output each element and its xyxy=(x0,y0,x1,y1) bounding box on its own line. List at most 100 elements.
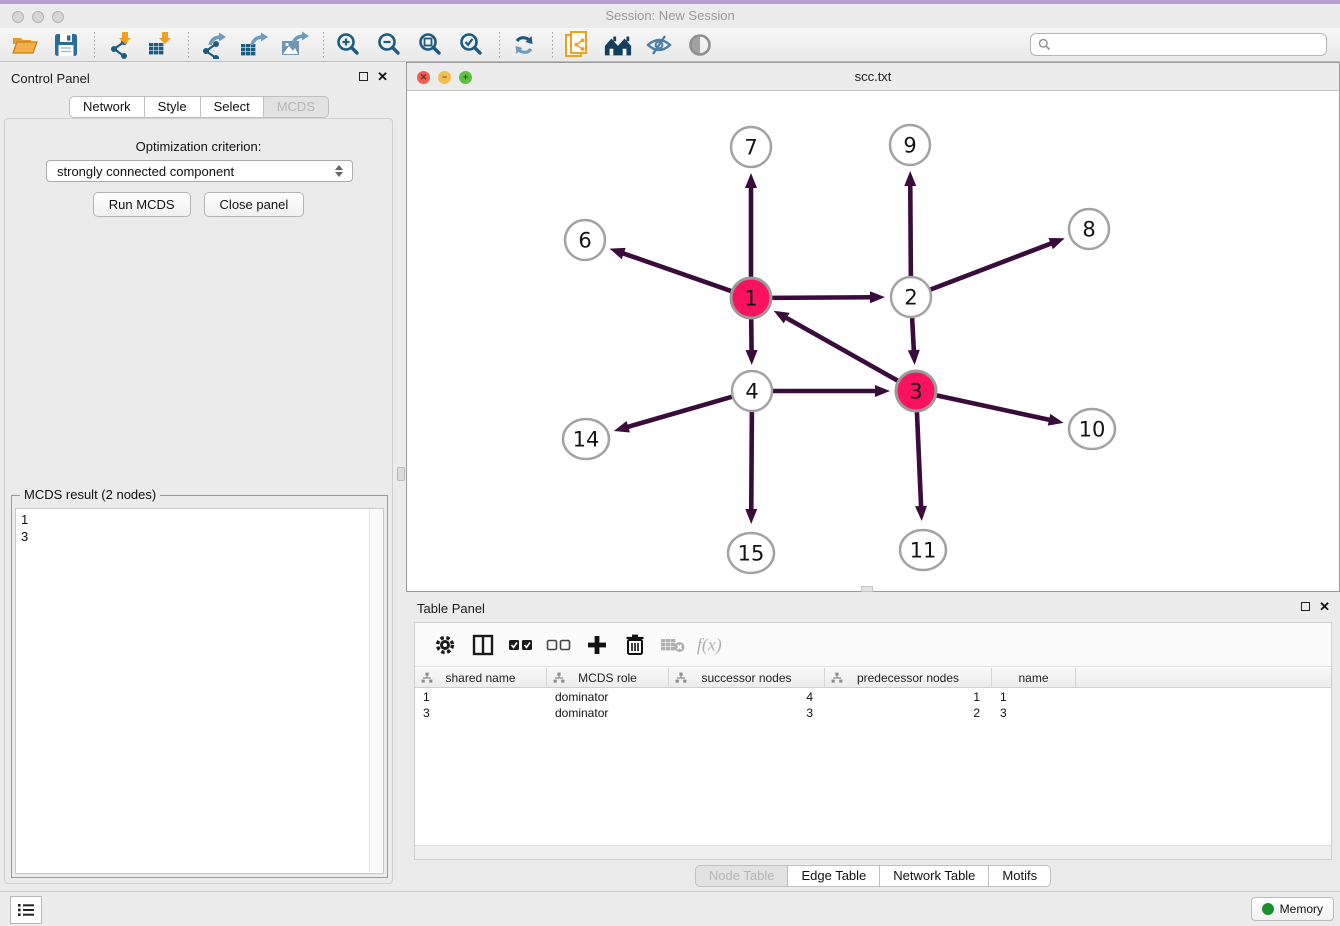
tab-edge-table[interactable]: Edge Table xyxy=(787,865,880,887)
criterion-select[interactable]: strongly connected component xyxy=(46,160,353,182)
show-all-networks-icon[interactable] xyxy=(603,30,633,60)
cell-MCDS-role[interactable]: dominator xyxy=(547,705,669,721)
export-network-icon[interactable] xyxy=(198,30,228,60)
zoom-fit-icon[interactable] xyxy=(415,30,445,60)
node-7[interactable]: 7 xyxy=(731,127,771,167)
table-row[interactable]: 1dominator411 xyxy=(415,689,1331,705)
refresh-icon[interactable] xyxy=(509,30,539,60)
tab-network-table[interactable]: Network Table xyxy=(879,865,989,887)
node-3[interactable]: 3 xyxy=(896,371,936,411)
search-input[interactable] xyxy=(1051,36,1326,54)
panel-splitter-grip[interactable] xyxy=(397,467,405,481)
task-history-button[interactable] xyxy=(10,896,42,924)
node-15[interactable]: 15 xyxy=(728,533,774,573)
svg-text:8: 8 xyxy=(1082,218,1095,242)
mcds-panel: Optimization criterion: strongly connect… xyxy=(4,118,393,884)
edge-2-3[interactable] xyxy=(912,318,914,353)
edge-arrow-icon xyxy=(915,506,927,521)
edge-1-6[interactable] xyxy=(621,253,731,292)
edge-3-11[interactable] xyxy=(917,412,921,509)
column-header-MCDS-role[interactable]: MCDS role xyxy=(547,668,669,687)
zoom-in-icon[interactable] xyxy=(333,30,363,60)
add-column-icon[interactable] xyxy=(581,629,613,661)
zoom-selected-icon[interactable] xyxy=(456,30,486,60)
edge-1-2[interactable] xyxy=(772,297,873,298)
cell-shared-name[interactable]: 1 xyxy=(415,689,547,705)
close-panel-button[interactable]: Close panel xyxy=(204,192,305,217)
save-session-icon[interactable] xyxy=(51,30,81,60)
close-panel-icon[interactable]: ✕ xyxy=(377,71,388,82)
close-table-panel-icon[interactable]: ✕ xyxy=(1319,601,1330,612)
memory-status-icon xyxy=(1262,903,1274,915)
node-1[interactable]: 1 xyxy=(731,278,771,318)
open-session-icon[interactable] xyxy=(10,30,40,60)
split-columns-icon[interactable] xyxy=(467,629,499,661)
gear-icon[interactable] xyxy=(429,629,461,661)
network-overview-icon[interactable] xyxy=(562,30,592,60)
table-row[interactable]: 3dominator323 xyxy=(415,705,1331,721)
search-icon xyxy=(1038,38,1051,51)
column-header-name[interactable]: name xyxy=(992,668,1076,687)
tab-node-table[interactable]: Node Table xyxy=(695,865,789,887)
cell-name[interactable]: 1 xyxy=(992,689,1076,705)
export-table-icon[interactable] xyxy=(239,30,269,60)
cell-shared-name[interactable]: 3 xyxy=(415,705,547,721)
show-graphics-details-icon[interactable] xyxy=(685,30,715,60)
cell-predecessor-nodes[interactable]: 1 xyxy=(825,689,992,705)
delete-table-icon[interactable] xyxy=(657,629,689,661)
node-9[interactable]: 9 xyxy=(890,125,930,165)
search-box[interactable] xyxy=(1030,33,1327,56)
select-all-icon[interactable] xyxy=(505,629,537,661)
edge-4-15[interactable] xyxy=(751,412,752,512)
control-panel-header: Control Panel ✕ xyxy=(0,62,398,94)
node-10[interactable]: 10 xyxy=(1069,409,1115,449)
export-image-icon[interactable] xyxy=(280,30,310,60)
edge-arrow-icon xyxy=(745,509,757,524)
cell-predecessor-nodes[interactable]: 2 xyxy=(825,705,992,721)
tab-mcds[interactable]: MCDS xyxy=(263,96,329,118)
mcds-result-text: 1 3 xyxy=(16,509,383,547)
cell-successor-nodes[interactable]: 4 xyxy=(669,689,825,705)
node-2[interactable]: 2 xyxy=(891,277,931,317)
column-header-shared-name[interactable]: shared name xyxy=(415,668,547,687)
zoom-out-icon[interactable] xyxy=(374,30,404,60)
cell-name[interactable]: 3 xyxy=(992,705,1076,721)
float-panel-icon[interactable] xyxy=(359,72,368,81)
memory-button[interactable]: Memory xyxy=(1251,897,1334,921)
svg-text:15: 15 xyxy=(738,542,765,566)
function-icon[interactable]: f(x) xyxy=(695,629,727,661)
node-4[interactable]: 4 xyxy=(732,371,772,411)
control-panel-tabs: NetworkStyleSelectMCDS xyxy=(0,96,398,118)
tab-motifs[interactable]: Motifs xyxy=(988,865,1051,887)
run-mcds-button[interactable]: Run MCDS xyxy=(93,192,191,217)
edge-arrow-icon xyxy=(1049,238,1065,249)
deselect-all-icon[interactable] xyxy=(543,629,575,661)
float-table-panel-icon[interactable] xyxy=(1301,602,1310,611)
table-hscroll[interactable] xyxy=(415,845,1331,859)
tab-style[interactable]: Style xyxy=(144,96,201,118)
edge-arrow-icon xyxy=(904,171,916,186)
edge-3-10[interactable] xyxy=(937,395,1052,420)
column-header-predecessor-nodes[interactable]: predecessor nodes xyxy=(825,668,992,687)
mcds-result-box[interactable]: 1 3 xyxy=(15,508,384,874)
column-header-successor-nodes[interactable]: successor nodes xyxy=(669,668,825,687)
edge-2-9[interactable] xyxy=(910,183,911,276)
edge-arrow-icon xyxy=(870,291,885,303)
tab-select[interactable]: Select xyxy=(200,96,264,118)
node-14[interactable]: 14 xyxy=(563,419,609,459)
cell-successor-nodes[interactable]: 3 xyxy=(669,705,825,721)
edge-3-1[interactable] xyxy=(784,317,898,381)
edge-2-8[interactable] xyxy=(931,243,1054,290)
edge-4-14[interactable] xyxy=(625,397,731,428)
result-scrollbar[interactable] xyxy=(369,510,382,872)
import-table-icon[interactable] xyxy=(145,30,175,60)
node-8[interactable]: 8 xyxy=(1069,209,1109,249)
cell-MCDS-role[interactable]: dominator xyxy=(547,689,669,705)
delete-icon[interactable] xyxy=(619,629,651,661)
import-network-icon[interactable] xyxy=(104,30,134,60)
network-canvas[interactable]: 7 9 6 8 1 2 4 3 14 10 15 11 xyxy=(407,91,1339,591)
node-11[interactable]: 11 xyxy=(900,530,946,570)
hide-graphics-details-icon[interactable] xyxy=(644,30,674,60)
tab-network[interactable]: Network xyxy=(69,96,145,118)
node-6[interactable]: 6 xyxy=(565,220,605,260)
